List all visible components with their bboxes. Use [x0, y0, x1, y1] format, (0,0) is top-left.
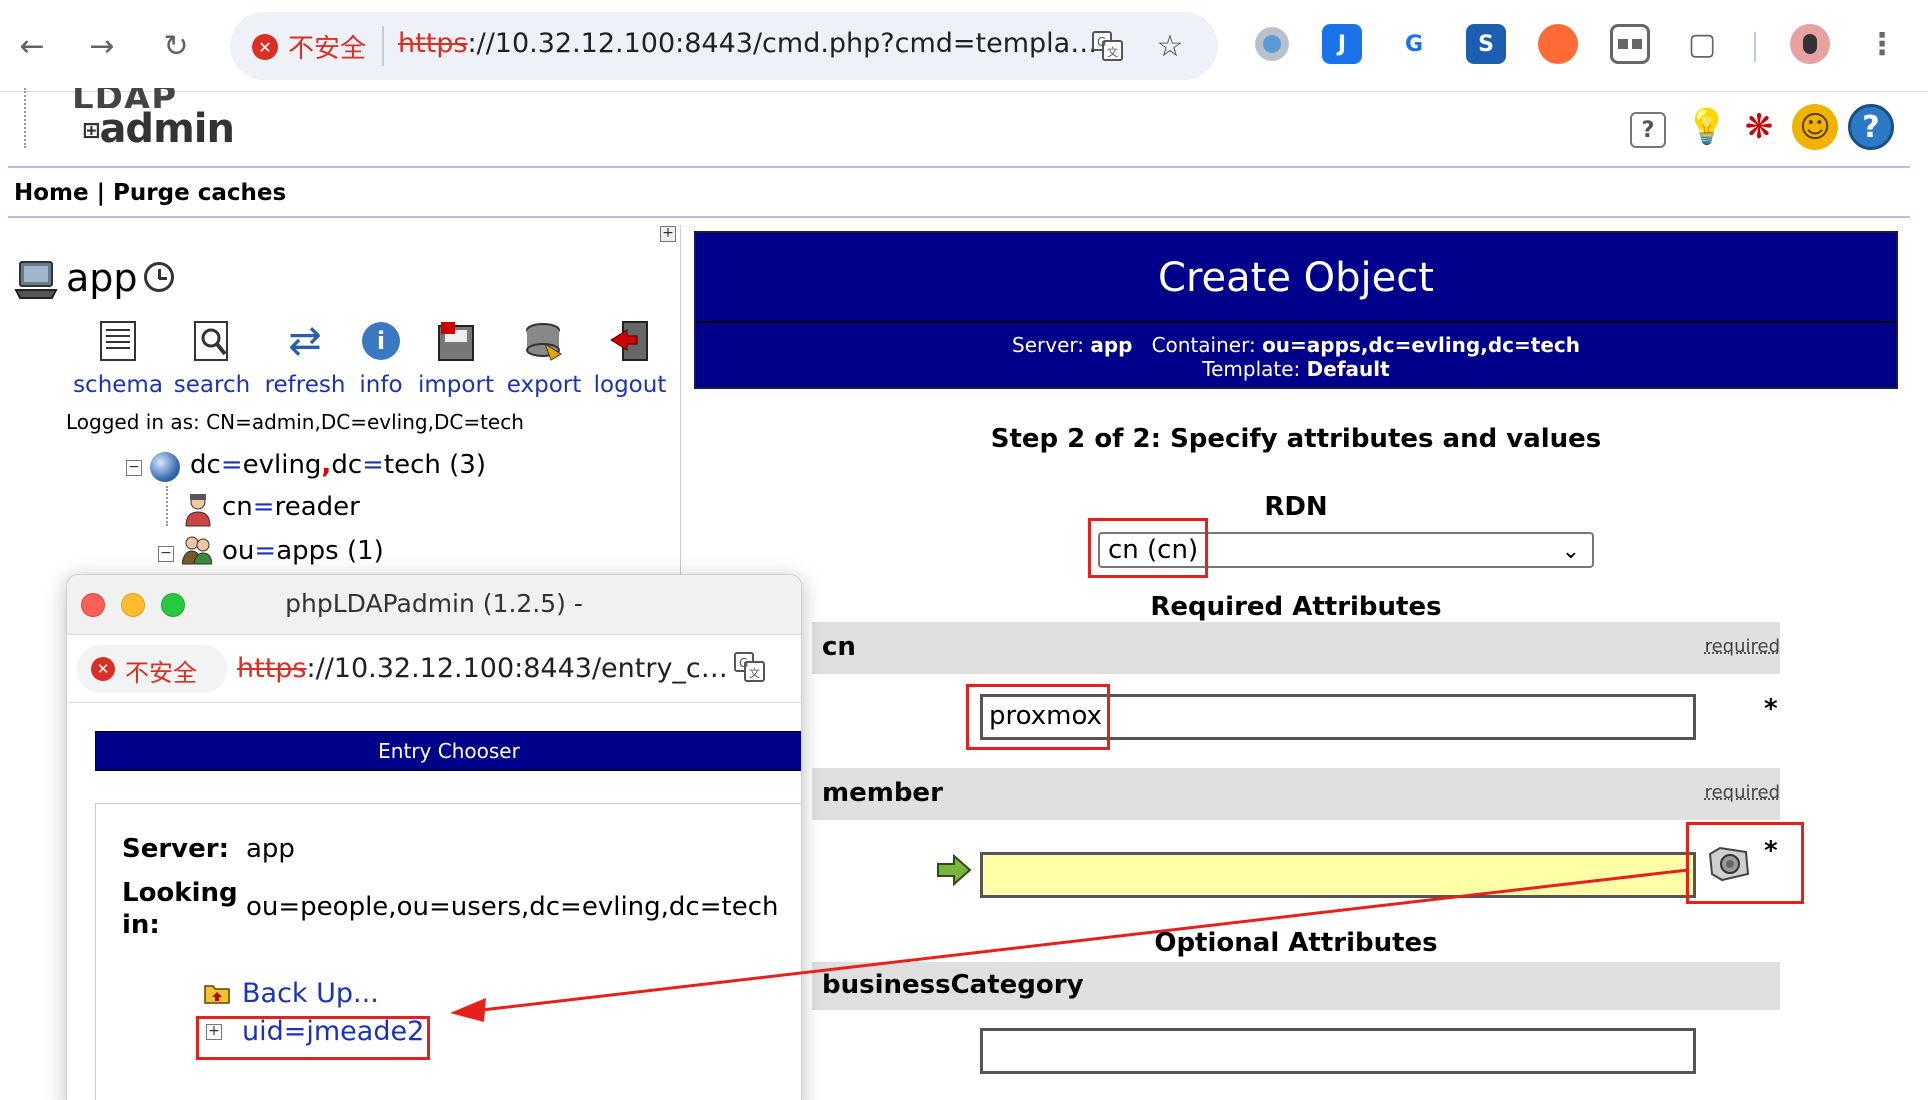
annotation-arrow	[0, 0, 1928, 1100]
